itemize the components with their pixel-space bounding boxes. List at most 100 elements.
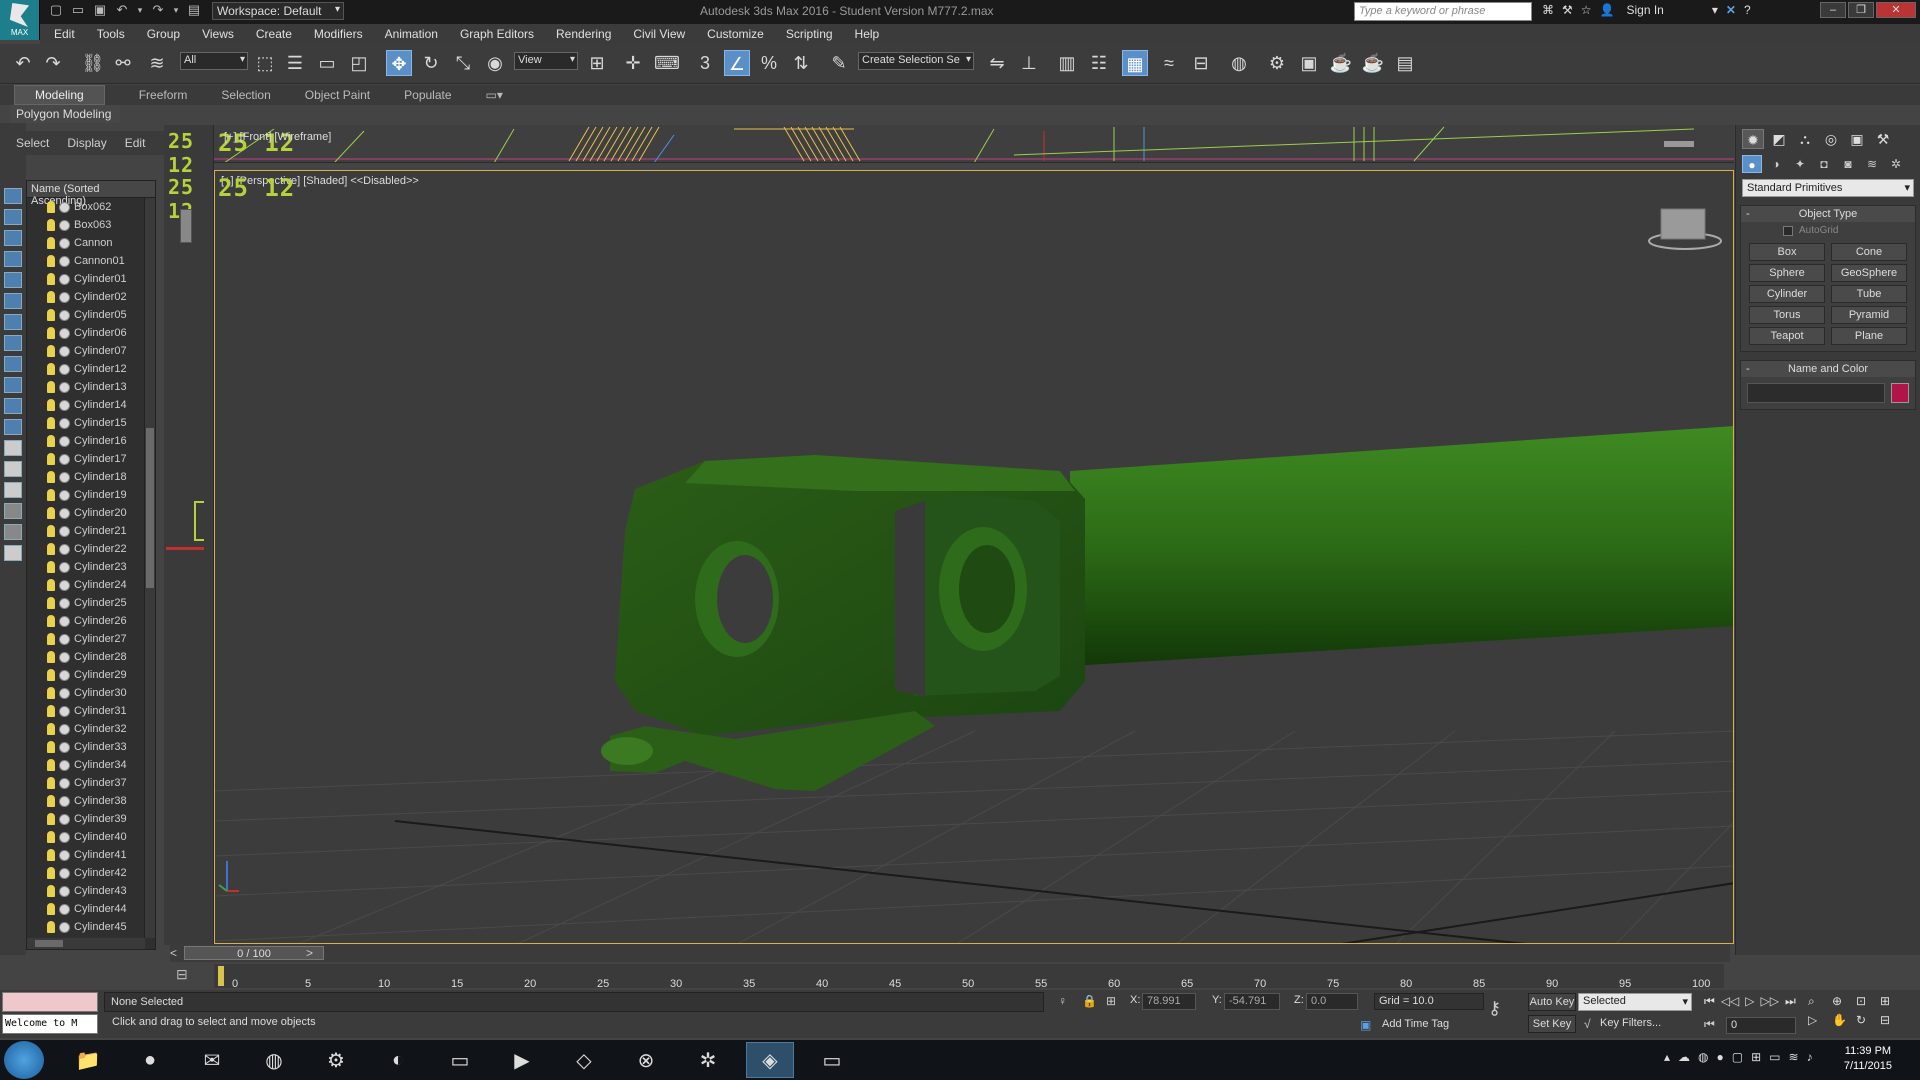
display-all-children-icon[interactable] <box>4 482 22 498</box>
visibility-bulb-icon[interactable] <box>47 543 55 555</box>
snaps-toggle-icon[interactable]: 3 <box>692 50 718 76</box>
scene-list-item[interactable]: Box063 <box>27 216 145 234</box>
scene-list-item[interactable]: Cylinder07 <box>27 342 145 360</box>
freeze-eye-icon[interactable] <box>59 705 70 717</box>
teapot-button[interactable]: Teapot <box>1749 327 1825 345</box>
freeze-eye-icon[interactable] <box>59 273 70 285</box>
menu-modifiers[interactable]: Modifiers <box>314 27 363 41</box>
front-viewport[interactable]: 25 12 [+] [Front] [Wireframe] <box>214 125 1734 163</box>
menu-rendering[interactable]: Rendering <box>556 27 611 41</box>
mirror-icon[interactable]: ⇋ <box>984 50 1010 76</box>
visibility-bulb-icon[interactable] <box>47 795 55 807</box>
display-lights-icon[interactable] <box>4 272 22 288</box>
undo-dropdown-icon[interactable]: ▾ <box>136 2 144 18</box>
sync-app-icon[interactable]: ▭ <box>436 1042 484 1078</box>
freeze-eye-icon[interactable] <box>59 777 70 789</box>
zoom-extents-icon[interactable]: ⊡ <box>1856 994 1876 1009</box>
freeze-eye-icon[interactable] <box>59 633 70 645</box>
object-type-header[interactable]: Object Type <box>1741 206 1915 222</box>
freeze-eye-icon[interactable] <box>59 813 70 825</box>
settings-gear-icon[interactable]: ✲ <box>684 1042 732 1078</box>
visibility-bulb-icon[interactable] <box>47 867 55 879</box>
menu-customize[interactable]: Customize <box>707 27 764 41</box>
visibility-bulb-icon[interactable] <box>47 219 55 231</box>
scene-list-item[interactable]: Cylinder32 <box>27 720 145 738</box>
menu-tools[interactable]: Tools <box>97 27 125 41</box>
orbit-icon[interactable]: ↻ <box>1856 1013 1876 1027</box>
visibility-bulb-icon[interactable] <box>47 633 55 645</box>
freeze-eye-icon[interactable] <box>59 579 70 591</box>
scene-list-item[interactable]: Cylinder29 <box>27 666 145 684</box>
visibility-bulb-icon[interactable] <box>47 669 55 681</box>
layers-icon[interactable]: ☷ <box>1086 50 1112 76</box>
helpers-icon[interactable]: ◙ <box>1838 155 1858 173</box>
visibility-bulb-icon[interactable] <box>47 759 55 771</box>
freeze-eye-icon[interactable] <box>59 255 70 267</box>
tube-button[interactable]: Tube <box>1831 285 1907 303</box>
menu-scripting[interactable]: Scripting <box>786 27 833 41</box>
maximize-viewport-icon[interactable]: ⊟ <box>1880 1013 1900 1027</box>
freeze-eye-icon[interactable] <box>59 507 70 519</box>
unity-icon[interactable]: ◇ <box>560 1042 608 1078</box>
player-icon[interactable]: ▶ <box>498 1042 546 1078</box>
scene-list-item[interactable]: Cylinder20 <box>27 504 145 522</box>
signin-dropdown-icon[interactable]: ▾ <box>1712 3 1718 17</box>
visibility-bulb-icon[interactable] <box>47 777 55 789</box>
freeze-eye-icon[interactable] <box>59 417 70 429</box>
percent-snap-icon[interactable]: % <box>756 50 782 76</box>
visibility-bulb-icon[interactable] <box>47 471 55 483</box>
pan-icon[interactable]: ✋ <box>1832 1013 1852 1027</box>
visibility-bulb-icon[interactable] <box>47 237 55 249</box>
display-spacewarps-icon[interactable] <box>4 335 22 351</box>
cylinder-button[interactable]: Cylinder <box>1749 285 1825 303</box>
scene-list-item[interactable]: Cylinder19 <box>27 486 145 504</box>
tab-populate[interactable]: Populate <box>404 88 451 102</box>
torus-button[interactable]: Torus <box>1749 306 1825 324</box>
visibility-bulb-icon[interactable] <box>47 705 55 717</box>
freeze-eye-icon[interactable] <box>59 327 70 339</box>
scene-list-item[interactable]: Cylinder28 <box>27 648 145 666</box>
subscription-icon[interactable]: ⚒ <box>1562 3 1573 17</box>
save-icon[interactable]: ▣ <box>92 2 108 18</box>
scene-list-item[interactable]: Cylinder25 <box>27 594 145 612</box>
visibility-bulb-icon[interactable] <box>47 849 55 861</box>
freeze-eye-icon[interactable] <box>59 669 70 681</box>
visibility-bulb-icon[interactable] <box>47 903 55 915</box>
previous-frame-icon[interactable]: ◁◁ <box>1721 994 1739 1009</box>
scene-list-item[interactable]: Cannon01 <box>27 252 145 270</box>
scene-list-item[interactable]: Cylinder05 <box>27 306 145 324</box>
ribbon-polygon-modeling[interactable]: Polygon Modeling <box>10 105 120 123</box>
tray-cloud-icon[interactable]: ☁ <box>1678 1050 1690 1064</box>
undo-icon[interactable]: ↶ <box>114 2 130 18</box>
hierarchy-tab-icon[interactable]: ⛬ <box>1794 129 1816 149</box>
scene-list-item[interactable]: Cylinder27 <box>27 630 145 648</box>
tab-object-paint[interactable]: Object Paint <box>305 88 370 102</box>
visibility-bulb-icon[interactable] <box>47 273 55 285</box>
render-iterative-icon[interactable]: ☕ <box>1360 50 1386 76</box>
scene-list-item[interactable]: Cylinder02 <box>27 288 145 306</box>
scene-list-item[interactable]: Box062 <box>27 198 145 216</box>
scene-menu-display[interactable]: Display <box>67 136 106 150</box>
visibility-bulb-icon[interactable] <box>47 507 55 519</box>
object-name-field[interactable] <box>1747 383 1885 403</box>
utilities-tab-icon[interactable]: ⚒ <box>1872 129 1894 149</box>
scene-list-item[interactable]: Cylinder41 <box>27 846 145 864</box>
autogrid-checkbox[interactable] <box>1783 225 1793 236</box>
visibility-bulb-icon[interactable] <box>47 525 55 537</box>
freeze-eye-icon[interactable] <box>59 597 70 609</box>
play-icon[interactable]: ▷ <box>1745 994 1754 1009</box>
start-button[interactable] <box>4 1041 44 1079</box>
curve-editor-icon[interactable]: ≈ <box>1156 50 1182 76</box>
freeze-eye-icon[interactable] <box>59 849 70 861</box>
visibility-bulb-icon[interactable] <box>47 201 55 213</box>
box-button[interactable]: Box <box>1749 243 1825 261</box>
visibility-bulb-icon[interactable] <box>47 291 55 303</box>
visibility-bulb-icon[interactable] <box>47 921 55 933</box>
key-filters-button[interactable]: Key Filters... <box>1600 1017 1661 1029</box>
manipulate-icon[interactable]: ✛ <box>620 50 646 76</box>
spacewarps-icon[interactable]: ≋ <box>1862 155 1882 173</box>
primitive-category-dropdown[interactable]: Standard Primitives <box>1742 179 1914 197</box>
select-object-icon[interactable]: ⬚ <box>252 50 278 76</box>
undo-icon[interactable]: ↶ <box>10 50 36 76</box>
move-icon[interactable]: ✥ <box>386 50 412 76</box>
